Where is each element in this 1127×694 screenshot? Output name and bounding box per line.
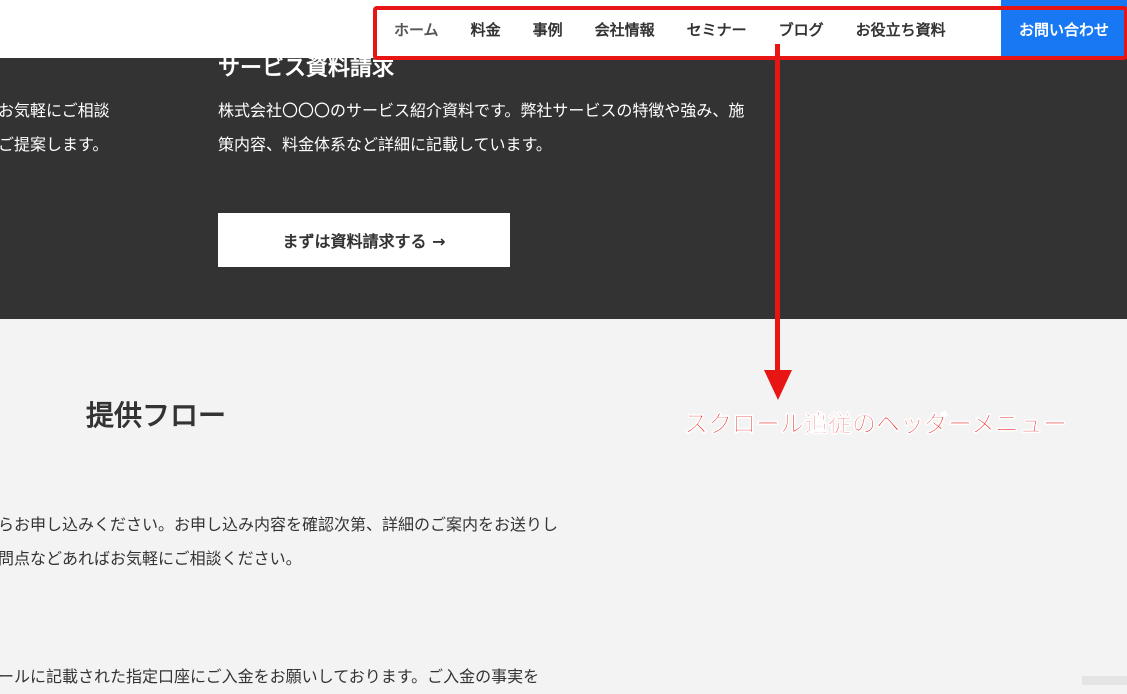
flow-heading: 提供フロー [86,399,227,432]
flow-text-line: 問点などあればお気軽にご相談ください。 [0,549,302,568]
request-resource-button[interactable]: まずは資料請求する → [218,213,510,267]
left-text-line: ご提案します。 [0,135,109,154]
left-column-text: お気軽にご相談 ご提案します。 [0,94,110,162]
annotation-arrow-line [775,44,780,374]
flow-step-text: ールに記載された指定口座にご入金をお願いしております。ご入金の事実を [0,660,688,694]
flow-step-text: らお申し込みください。お申し込み内容を確認次第、詳細のご案内をお送りし 問点など… [0,508,688,576]
nav-item-pricing[interactable]: 料金 [455,6,517,54]
annotation-arrow-head-icon [764,370,792,400]
contact-button[interactable]: お問い合わせ [1001,0,1127,58]
scroll-corner [1082,676,1127,685]
flow-text-line: らお申し込みください。お申し込み内容を確認次第、詳細のご案内をお送りし [0,515,559,534]
nav-item-seminar[interactable]: セミナー [671,6,763,54]
resource-request-section: サービス資料請求 お気軽にご相談 ご提案します。 株式会社〇〇〇のサービス紹介資… [0,56,1127,319]
nav-item-company[interactable]: 会社情報 [579,6,671,54]
flow-text-line: ールに記載された指定口座にご入金をお願いしております。ご入金の事実を [0,667,540,686]
nav-item-home[interactable]: ホーム [374,6,455,54]
annotation-label: スクロール追従のヘッダーメニュー [684,410,1068,439]
left-text-line: お気軽にご相談 [0,101,110,120]
nav-item-cases[interactable]: 事例 [517,6,579,54]
resource-description: 株式会社〇〇〇のサービス紹介資料です。弊社サービスの特徴や強み、施策内容、料金体… [218,101,745,154]
nav-item-resources[interactable]: お役立ち資料 [840,6,962,54]
